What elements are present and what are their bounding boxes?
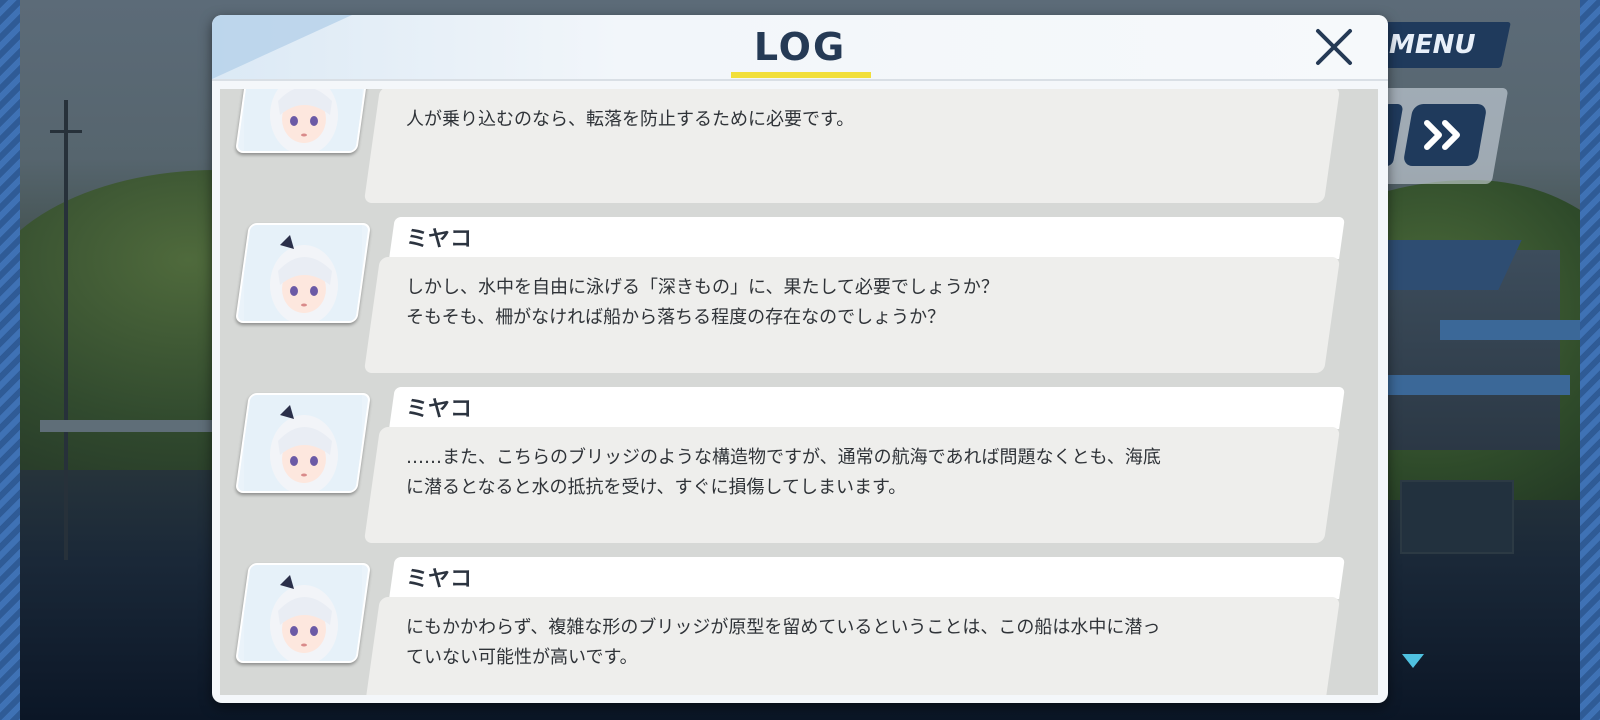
fast-forward-icon [1424,120,1460,150]
fast-forward-button[interactable] [1402,104,1488,166]
utility-pole-crossbar [50,130,82,133]
miyako-portrait [234,563,372,663]
dialog-line: しかし、水中を自由に泳げる「深きもの」に、果たして必要でしょうか？ [406,277,999,298]
dialog-line: ていない可能性が高いです。 [406,647,638,668]
speaker-name: ミヤコ [406,227,473,252]
miyako-portrait [234,393,372,493]
triangle-down-icon[interactable] [1402,654,1424,668]
log-dialog-title: LOG [753,25,847,69]
close-button[interactable] [1312,25,1356,69]
log-scroll-area[interactable]: 人が乗り込むのなら、転落を防止するために必要です。 ミヤコ しかし、水中を自由に… [220,89,1378,695]
log-entry: ミヤコ しかし、水中を自由に泳げる「深きもの」に、果たして必要でしょうか？ そも… [220,217,1378,377]
utility-pole [64,100,68,560]
log-dialog-header: LOG [212,15,1388,81]
house-roof-lower [1440,320,1580,340]
speaker-name-box [389,217,1345,259]
log-dialog: LOG 人が乗り込むのなら、転落を防止するために必要です。 ミヤコ しかし、水中… [212,15,1388,703]
dialog-line: に潜るとなると水の抵抗を受け、すぐに損傷してしまいます。 [406,477,907,498]
speaker-name-box [389,387,1345,429]
background-crate [1400,480,1514,554]
dialog-line: 人が乗り込むのなら、転落を防止するために必要です。 [406,109,855,130]
miyako-portrait [234,223,372,323]
log-entry: ミヤコ にもかかわらず、複雑な形のブリッジが原型を留めているということは、この船… [220,557,1378,695]
close-x-icon [1316,29,1352,65]
speaker-name: ミヤコ [406,397,473,422]
dialog-line: にもかかわらず、複雑な形のブリッジが原型を留めているということは、この船は水中に… [406,617,1161,638]
menu-button-label: MENU [1389,30,1476,60]
ship-railing [40,420,240,432]
log-entry: 人が乗り込むのなら、転落を防止するために必要です。 [220,89,1378,207]
speaker-name-box [389,557,1345,599]
miyako-portrait [234,89,372,153]
left-border-stripe [0,0,20,720]
right-border-stripe [1580,0,1600,720]
house-awning [1370,375,1570,395]
dialog-line: そもそも、柵がなければ船から落ちる程度の存在なのでしょうか？ [406,307,946,328]
title-underline [731,72,871,78]
speaker-name: ミヤコ [406,567,473,592]
log-entry: ミヤコ ……また、こちらのブリッジのような構造物ですが、通常の航海であれば問題な… [220,387,1378,547]
dialog-line: ……また、こちらのブリッジのような構造物ですが、通常の航海であれば問題なくとも、… [406,447,1161,468]
